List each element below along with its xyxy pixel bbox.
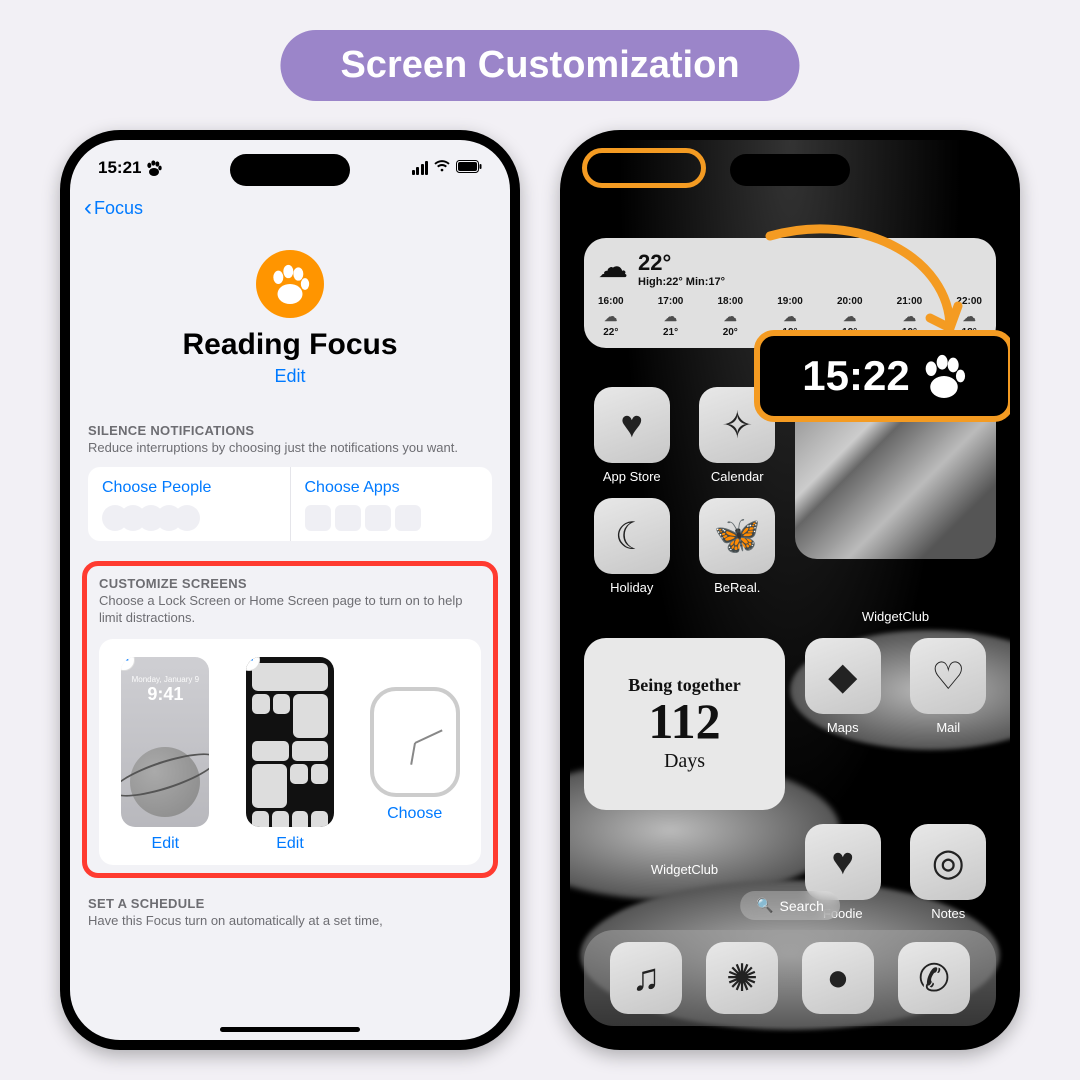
- lockscreen-time: 9:41: [147, 684, 183, 705]
- lockscreen-date: Monday, January 9: [132, 675, 199, 684]
- choose-apps-label: Choose Apps: [305, 479, 479, 497]
- homescreen-tile[interactable]: – Edit: [232, 657, 349, 853]
- app-label: Calendar: [711, 469, 764, 484]
- app-label: Maps: [827, 720, 859, 735]
- choose-row: Choose People Choose Apps: [88, 467, 492, 541]
- phone-left: 15:21 ‹ Focus Reading Focus Edit: [60, 130, 520, 1050]
- status-time-text: 15:21: [98, 158, 141, 178]
- choose-people-button[interactable]: Choose People: [88, 467, 290, 541]
- schedule-desc: Have this Focus turn on automatically at…: [88, 913, 492, 930]
- focus-paw-icon: [256, 250, 324, 318]
- app-label: BeReal.: [714, 580, 760, 595]
- silence-title: SILENCE NOTIFICATIONS: [88, 423, 492, 438]
- homescreen-thumb: –: [246, 657, 334, 827]
- dynamic-island: [730, 154, 850, 186]
- choose-people-label: Choose People: [102, 479, 276, 497]
- back-label: Focus: [94, 198, 143, 219]
- app-label: Mail: [936, 720, 960, 735]
- lockscreen-thumb: – Monday, January 9 9:41: [121, 657, 209, 827]
- watch-thumb: [370, 687, 460, 797]
- search-button[interactable]: 🔍 Search: [740, 891, 840, 920]
- status-icons: [412, 158, 483, 178]
- ring-icon: ◎: [910, 824, 986, 900]
- remove-badge-icon[interactable]: –: [121, 657, 135, 671]
- zoom-time: 15:22: [802, 352, 909, 400]
- page-title-pill: Screen Customization: [280, 30, 799, 101]
- lockscreen-tile[interactable]: – Monday, January 9 9:41 Edit: [107, 657, 224, 853]
- widget-label: WidgetClub: [862, 609, 929, 624]
- moon-icon: ☾: [594, 498, 670, 574]
- apps-placeholder-icon: [305, 505, 479, 531]
- app-holiday[interactable]: ☾ Holiday: [584, 498, 680, 595]
- app-mail[interactable]: ♡ Mail: [901, 638, 997, 810]
- dynamic-island: [230, 154, 350, 186]
- marble-widget-label-cell: WidgetClub: [795, 609, 996, 624]
- focus-header: Reading Focus Edit: [70, 232, 510, 399]
- wifi-icon: [433, 158, 451, 178]
- screens-row: – Monday, January 9 9:41 Edit –: [99, 639, 481, 865]
- heart-icon: ♥: [594, 387, 670, 463]
- app-appstore[interactable]: ♥ App Store: [584, 387, 680, 484]
- people-placeholder-icon: [102, 505, 276, 531]
- chevron-left-icon: ‹: [84, 194, 92, 222]
- app-notes[interactable]: ◎ Notes: [901, 824, 997, 921]
- dock-safari-icon[interactable]: ✺: [706, 942, 778, 1014]
- choose-apps-button[interactable]: Choose Apps: [290, 467, 493, 541]
- zoom-callout: 15:22: [754, 330, 1010, 422]
- nav-back[interactable]: ‹ Focus: [70, 184, 510, 232]
- home-indicator[interactable]: [220, 1027, 360, 1032]
- customize-title: CUSTOMIZE SCREENS: [99, 576, 481, 591]
- focus-edit-button[interactable]: Edit: [70, 366, 510, 387]
- days-widget[interactable]: Being together 112 Days: [584, 638, 785, 810]
- dock-messages-icon[interactable]: ●: [802, 942, 874, 1014]
- highlight-status-time: [582, 148, 706, 188]
- dock: ♫ ✺ ● ✆: [584, 930, 996, 1026]
- heart-icon: ♥: [805, 824, 881, 900]
- dock-music-icon[interactable]: ♫: [610, 942, 682, 1014]
- heart-icon: ♡: [910, 638, 986, 714]
- dock-phone-icon[interactable]: ✆: [898, 942, 970, 1014]
- weather-range: High:22° Min:17°: [638, 276, 725, 288]
- search-label: Search: [780, 898, 824, 914]
- schedule-section: SET A SCHEDULE Have this Focus turn on a…: [70, 878, 510, 930]
- weather-cloud-icon: ☁: [598, 250, 628, 285]
- app-bereal[interactable]: 🦋 BeReal.: [690, 498, 786, 595]
- watch-choose-button[interactable]: Choose: [356, 805, 473, 823]
- battery-icon: [456, 158, 482, 178]
- status-time: 15:21: [98, 158, 162, 178]
- icon-grid: ♥App Store ✧Calendar ☾Holiday 🦋BeReal. W…: [584, 387, 996, 921]
- phone-right: 15:22 ☁ 22°: [560, 130, 1020, 1050]
- lockscreen-edit-button[interactable]: Edit: [107, 835, 224, 853]
- phone-left-screen: 15:21 ‹ Focus Reading Focus Edit: [70, 140, 510, 1040]
- signal-icon: [412, 161, 429, 175]
- silence-desc: Reduce interruptions by choosing just th…: [88, 440, 492, 457]
- watch-tile[interactable]: Choose: [356, 657, 473, 853]
- customize-desc: Choose a Lock Screen or Home Screen page…: [99, 593, 481, 627]
- pin-icon: ◆: [805, 638, 881, 714]
- focus-title: Reading Focus: [70, 328, 510, 362]
- homescreen-edit-button[interactable]: Edit: [232, 835, 349, 853]
- butterfly-icon: 🦋: [699, 498, 775, 574]
- weather-temp: 22°: [638, 250, 725, 276]
- paw-icon: [922, 354, 966, 398]
- days-unit: Days: [664, 750, 705, 773]
- app-label: Holiday: [610, 580, 653, 595]
- search-icon: 🔍: [756, 897, 773, 914]
- app-label: App Store: [603, 469, 661, 484]
- paw-icon: [146, 160, 162, 176]
- silence-section: SILENCE NOTIFICATIONS Reduce interruptio…: [70, 423, 510, 541]
- widget-label: WidgetClub: [651, 862, 718, 877]
- phone-right-screen: 15:22 ☁ 22°: [570, 140, 1010, 1040]
- app-maps[interactable]: ◆ Maps: [795, 638, 891, 810]
- customize-section-highlighted: CUSTOMIZE SCREENS Choose a Lock Screen o…: [82, 561, 498, 878]
- days-count: 112: [648, 696, 720, 746]
- schedule-title: SET A SCHEDULE: [88, 896, 492, 911]
- app-label: Notes: [931, 906, 965, 921]
